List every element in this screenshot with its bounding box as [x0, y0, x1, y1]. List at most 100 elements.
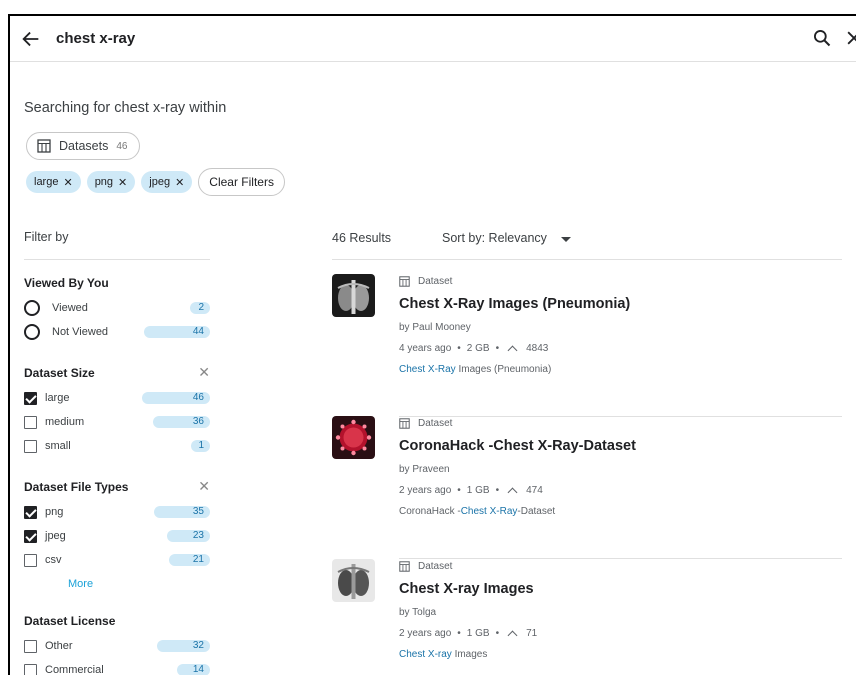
snippet-suffix: -Dataset: [517, 506, 556, 517]
filter-chip-png[interactable]: png ✕: [86, 171, 136, 193]
search-scope-text: Searching for chest x-ray within: [24, 100, 227, 116]
result-age: 2 years ago: [399, 485, 452, 496]
option-jpeg[interactable]: jpeg 23: [24, 524, 210, 548]
clear-section-icon[interactable]: ✕: [198, 478, 210, 495]
table-icon: [399, 275, 410, 287]
section-title: Dataset File Types ✕: [24, 478, 210, 500]
option-not-viewed[interactable]: Not Viewed 44: [24, 320, 210, 344]
checkbox[interactable]: [24, 505, 37, 519]
count-bar: 23: [167, 530, 210, 542]
divider: [24, 259, 210, 260]
datasets-chip-count: 46: [116, 140, 128, 152]
upvote-icon[interactable]: [507, 345, 518, 355]
result-size: 1 GB: [466, 628, 490, 639]
snippet-prefix: CoronaHack -: [399, 506, 461, 517]
dataset-size-section: Dataset Size ✕ large 46 medium 36 small …: [24, 364, 210, 458]
checkbox[interactable]: [24, 553, 37, 567]
section-title: Dataset Size ✕: [24, 364, 210, 386]
section-title: Viewed By You: [24, 276, 109, 290]
option-label: jpeg: [45, 530, 66, 542]
result-type: Dataset: [399, 274, 839, 288]
result-content: Dataset Chest X-Ray Images (Pneumonia) b…: [399, 274, 839, 376]
count-bar: 36: [153, 416, 210, 428]
snippet-highlight: Chest X-ray: [399, 649, 452, 660]
option-medium[interactable]: medium 36: [24, 410, 210, 434]
snippet-highlight: Chest X-Ray: [460, 506, 518, 517]
filter-chip-label: png: [94, 176, 114, 188]
table-icon: [399, 560, 410, 572]
search-icon[interactable]: [812, 28, 832, 48]
option-png[interactable]: png 35: [24, 500, 210, 524]
active-filters: large ✕ png ✕ jpeg ✕ Clear Filters: [26, 168, 285, 196]
result-title[interactable]: Chest X-Ray Images (Pneumonia): [399, 296, 839, 312]
separator-dot: •: [495, 343, 500, 354]
table-icon: [37, 139, 51, 153]
clear-section-icon[interactable]: ✕: [198, 364, 210, 381]
filter-chip-large[interactable]: large ✕: [26, 171, 81, 193]
dataset-thumbnail[interactable]: [332, 416, 375, 459]
option-csv[interactable]: csv 21: [24, 548, 210, 572]
result-meta: 2 years ago • 1 GB • 71: [399, 628, 839, 640]
result-author[interactable]: by Paul Mooney: [399, 322, 839, 333]
option-large[interactable]: large 46: [24, 386, 210, 410]
result-type-label: Dataset: [418, 275, 453, 287]
back-arrow-icon[interactable]: [20, 28, 42, 50]
remove-filter-icon[interactable]: ✕: [118, 176, 127, 189]
separator-dot: •: [457, 485, 461, 496]
option-label: csv: [45, 554, 62, 566]
dataset-thumbnail[interactable]: [332, 274, 375, 317]
checkbox[interactable]: [24, 439, 37, 453]
result-title[interactable]: CoronaHack -Chest X-Ray-Dataset: [399, 438, 839, 454]
option-viewed[interactable]: Viewed 2: [24, 296, 210, 320]
filter-chip-jpeg[interactable]: jpeg ✕: [141, 171, 193, 193]
checkbox[interactable]: [24, 639, 37, 653]
result-age: 2 years ago: [399, 628, 452, 639]
count-bar: 14: [177, 664, 210, 675]
count-bar: 44: [144, 326, 210, 338]
result-votes: 4843: [526, 343, 549, 354]
option-other[interactable]: Other 32: [24, 634, 210, 658]
result-votes: 474: [526, 485, 543, 496]
clear-filters-button[interactable]: Clear Filters: [198, 168, 285, 196]
result-title[interactable]: Chest X-ray Images: [399, 581, 839, 597]
file-types-section: Dataset File Types ✕ png 35 jpeg 23 csv …: [24, 478, 210, 596]
dropdown-caret-icon: [560, 236, 571, 242]
dataset-thumbnail[interactable]: [332, 559, 375, 602]
datasets-chip[interactable]: Datasets 46: [26, 132, 141, 160]
option-small[interactable]: small 1: [24, 434, 210, 458]
radio-button[interactable]: [24, 300, 40, 316]
result-author[interactable]: by Praveen: [399, 464, 839, 475]
option-commercial[interactable]: Commercial 14: [24, 658, 210, 675]
app-frame: chest x-ray Searching for chest x-ray wi…: [8, 14, 856, 675]
snippet-suffix: Images (Pneumonia): [455, 364, 552, 375]
option-label: medium: [45, 416, 85, 428]
checkbox[interactable]: [24, 529, 37, 543]
result-age: 4 years ago: [399, 343, 452, 354]
more-file-types-link[interactable]: More: [24, 572, 210, 596]
snippet-highlight: Chest X-Ray: [399, 364, 456, 375]
remove-filter-icon[interactable]: ✕: [175, 176, 184, 189]
search-bar: chest x-ray: [10, 16, 856, 62]
checkbox[interactable]: [24, 415, 37, 429]
checkbox[interactable]: [24, 663, 37, 675]
separator-dot: •: [457, 343, 461, 354]
separator-dot: •: [457, 628, 461, 639]
close-icon[interactable]: [844, 28, 856, 48]
result-type-label: Dataset: [418, 417, 453, 429]
remove-filter-icon[interactable]: ✕: [63, 176, 72, 189]
search-query[interactable]: chest x-ray: [56, 30, 135, 47]
result-author[interactable]: by Tolga: [399, 607, 839, 618]
radio-button[interactable]: [24, 324, 40, 340]
result-votes: 71: [526, 628, 538, 639]
upvote-icon[interactable]: [507, 630, 518, 640]
option-label: Other: [45, 640, 73, 652]
sort-dropdown[interactable]: Sort by: Relevancy: [442, 231, 571, 245]
checkbox[interactable]: [24, 391, 37, 405]
result-snippet: Chest X-Ray Images (Pneumonia): [399, 364, 839, 375]
option-label: Not Viewed: [52, 326, 109, 338]
result-meta: 4 years ago • 2 GB • 4843: [399, 343, 839, 355]
upvote-icon[interactable]: [507, 487, 518, 497]
table-icon: [399, 417, 410, 429]
section-title: Dataset License: [24, 614, 116, 628]
result-size: 2 GB: [466, 343, 490, 354]
